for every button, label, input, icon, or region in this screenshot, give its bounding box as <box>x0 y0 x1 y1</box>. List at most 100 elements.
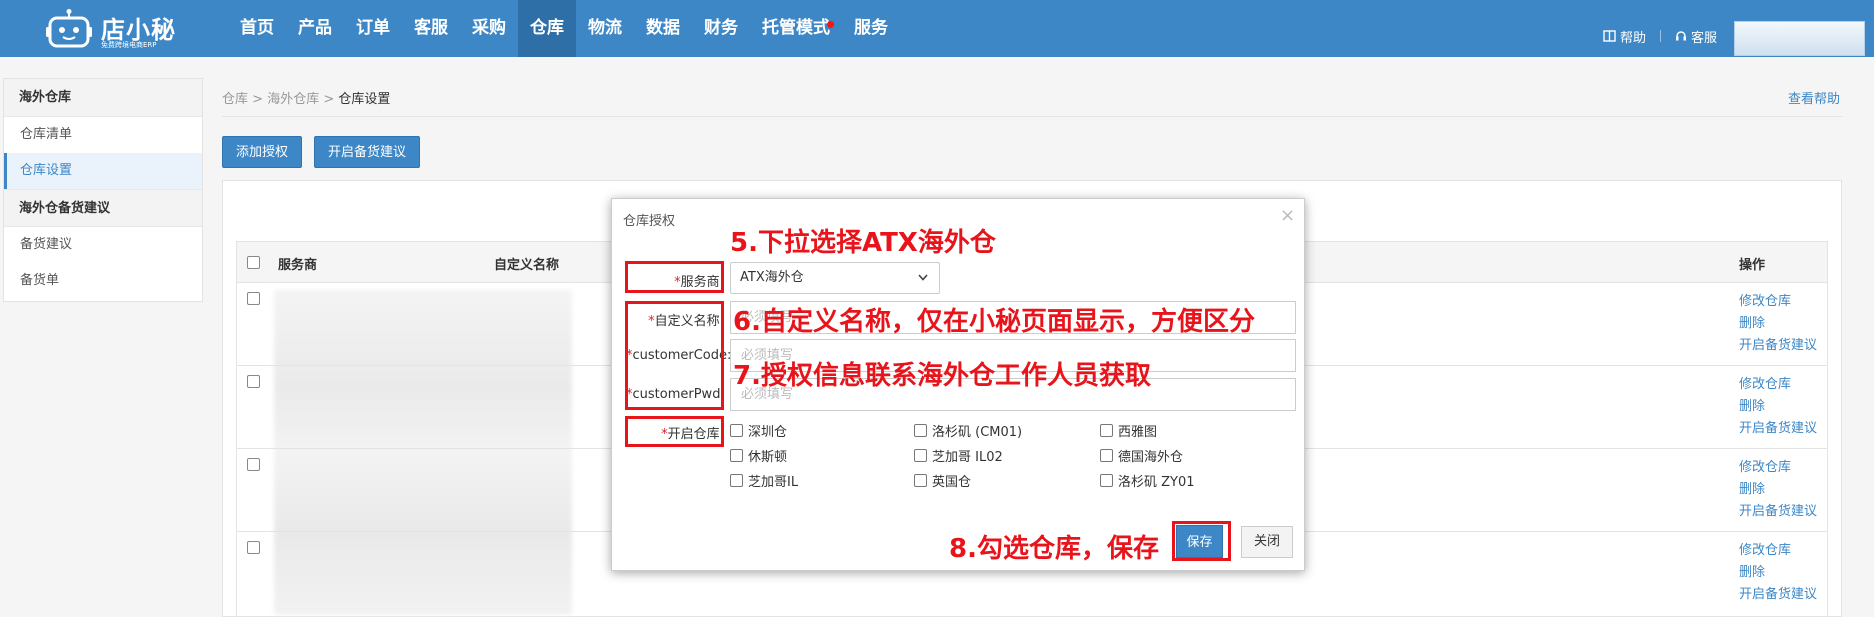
nav-hosting-mode-label: 托管模式 <box>762 18 830 38</box>
checkbox[interactable] <box>730 474 743 487</box>
delete-link[interactable]: 删除 <box>1739 396 1817 418</box>
header-provider: 服务商 <box>278 258 318 273</box>
enable-stock-suggestion-link[interactable]: 开启备货建议 <box>1739 335 1817 357</box>
close-button[interactable]: 关闭 <box>1241 526 1293 558</box>
checkbox[interactable] <box>914 424 927 437</box>
row-checkbox[interactable] <box>247 292 260 305</box>
warehouse-checkbox[interactable]: 休斯顿 <box>730 446 787 465</box>
row-actions: 修改仓库 删除 开启备货建议 <box>1739 457 1817 523</box>
annotation-step6: 6.自定义名称，仅在小秘页面显示，方便区分 <box>733 307 1255 337</box>
nav-products[interactable]: 产品 <box>286 0 344 57</box>
divider <box>222 116 1843 117</box>
breadcrumb-sep: > <box>319 92 339 107</box>
top-right-links: 帮助 客服 <box>1603 27 1717 46</box>
logo-subtitle: 免费跨境电商ERP <box>101 41 157 49</box>
book-icon <box>1603 30 1616 42</box>
header-actions: 操作 <box>1739 258 1766 273</box>
nav-customer-service[interactable]: 客服 <box>402 0 460 57</box>
headset-icon <box>1676 31 1687 41</box>
edit-warehouse-link[interactable]: 修改仓库 <box>1739 540 1817 562</box>
nav-warehouse[interactable]: 仓库 <box>518 0 576 57</box>
warehouse-checkbox[interactable]: 西雅图 <box>1100 421 1157 440</box>
warehouse-checkbox[interactable]: 德国海外仓 <box>1100 446 1183 465</box>
sidebar-group-stock-suggestion: 海外仓备货建议 <box>4 189 202 227</box>
checkbox[interactable] <box>730 449 743 462</box>
view-help-link[interactable]: 查看帮助 <box>1788 88 1840 107</box>
breadcrumb-current: 仓库设置 <box>338 92 391 107</box>
warehouse-checkbox[interactable]: 芝加哥 IL02 <box>914 446 1003 465</box>
notification-dot <box>827 21 834 28</box>
main-nav: 首页 产品 订单 客服 采购 仓库 物流 数据 财务 托管模式 服务 <box>228 0 900 57</box>
nav-data[interactable]: 数据 <box>634 0 692 57</box>
breadcrumb-overseas[interactable]: 海外仓库 <box>267 92 319 107</box>
highlight-box <box>625 261 724 293</box>
service-label: 客服 <box>1691 30 1718 46</box>
highlight-box <box>625 301 724 410</box>
warehouse-checkbox[interactable]: 深圳仓 <box>730 421 787 440</box>
sidebar-item-warehouse-settings[interactable]: 仓库设置 <box>4 153 202 189</box>
row-actions: 修改仓库 删除 开启备货建议 <box>1739 540 1817 606</box>
nav-services[interactable]: 服务 <box>842 0 900 57</box>
enable-stock-suggestion-button[interactable]: 开启备货建议 <box>314 136 421 168</box>
delete-link[interactable]: 删除 <box>1739 479 1817 501</box>
robot-logo-icon <box>46 9 92 48</box>
edit-warehouse-link[interactable]: 修改仓库 <box>1739 374 1817 396</box>
checkbox[interactable] <box>730 424 743 437</box>
warehouse-checkbox[interactable]: 洛杉矶 ZY01 <box>1100 471 1195 490</box>
sidebar-item-stock-suggestion[interactable]: 备货建议 <box>4 227 202 263</box>
help-label: 帮助 <box>1620 30 1647 46</box>
service-link-top[interactable]: 客服 <box>1675 27 1717 46</box>
row-actions: 修改仓库 删除 开启备货建议 <box>1739 291 1817 357</box>
edit-warehouse-link[interactable]: 修改仓库 <box>1739 457 1817 479</box>
enable-stock-suggestion-link[interactable]: 开启备货建议 <box>1739 584 1817 606</box>
delete-link[interactable]: 删除 <box>1739 313 1817 335</box>
add-authorization-button[interactable]: 添加授权 <box>222 136 303 168</box>
sidebar-item-stock-order[interactable]: 备货单 <box>4 263 202 299</box>
checkbox[interactable] <box>1100 449 1113 462</box>
nav-purchase[interactable]: 采购 <box>460 0 518 57</box>
checkbox[interactable] <box>914 449 927 462</box>
row-checkbox[interactable] <box>247 541 260 554</box>
provider-select-value: ATX海外仓 <box>740 270 804 285</box>
enable-stock-suggestion-link[interactable]: 开启备货建议 <box>1739 418 1817 440</box>
row-actions: 修改仓库 删除 开启备货建议 <box>1739 374 1817 440</box>
warehouse-checkbox[interactable]: 英国仓 <box>914 471 971 490</box>
divider <box>1660 30 1662 42</box>
checkbox[interactable] <box>1100 474 1113 487</box>
save-button[interactable]: 保存 <box>1176 525 1223 558</box>
provider-select[interactable]: ATX海外仓 <box>730 262 940 294</box>
nav-hosting-mode[interactable]: 托管模式 <box>750 0 842 57</box>
warehouse-checkbox[interactable]: 洛杉矶 (CM01) <box>914 421 1022 440</box>
checkbox[interactable] <box>1100 424 1113 437</box>
edit-warehouse-link[interactable]: 修改仓库 <box>1739 291 1817 313</box>
nav-home[interactable]: 首页 <box>228 0 286 57</box>
annotation-step5: 5.下拉选择ATX海外仓 <box>730 228 996 258</box>
close-icon[interactable]: × <box>1280 205 1295 226</box>
annotation-step8: 8.勾选仓库，保存 <box>949 534 1159 564</box>
checkbox[interactable] <box>914 474 927 487</box>
nav-logistics[interactable]: 物流 <box>576 0 634 57</box>
breadcrumb-warehouse[interactable]: 仓库 <box>222 92 248 107</box>
chevron-down-icon <box>917 263 929 305</box>
header-custom-name: 自定义名称 <box>494 258 560 273</box>
help-link-top[interactable]: 帮助 <box>1603 27 1646 46</box>
warehouse-checkbox[interactable]: 芝加哥IL <box>730 471 798 490</box>
sidebar: 海外仓库 仓库清单 仓库设置 海外仓备货建议 备货建议 备货单 <box>3 78 203 302</box>
select-all-checkbox[interactable] <box>247 256 260 269</box>
dialog-title: 仓库授权 <box>623 214 676 229</box>
sidebar-group-overseas-warehouse: 海外仓库 <box>4 79 202 117</box>
breadcrumb-sep: > <box>248 92 268 107</box>
sidebar-item-warehouse-list[interactable]: 仓库清单 <box>4 117 202 153</box>
enable-stock-suggestion-link[interactable]: 开启备货建议 <box>1739 501 1817 523</box>
logo[interactable]: 店小秘 免费跨境电商ERP <box>46 6 176 52</box>
nav-finance[interactable]: 财务 <box>692 0 750 57</box>
breadcrumb: 仓库 > 海外仓库 > 仓库设置 <box>222 88 390 107</box>
annotation-step7: 7.授权信息联系海外仓工作人员获取 <box>733 361 1151 391</box>
nav-orders[interactable]: 订单 <box>344 0 402 57</box>
highlight-box <box>625 416 724 447</box>
user-account-box[interactable] <box>1734 21 1865 56</box>
top-navbar: 店小秘 免费跨境电商ERP 首页 产品 订单 客服 采购 仓库 物流 数据 财务… <box>0 0 1874 57</box>
row-checkbox[interactable] <box>247 458 260 471</box>
row-checkbox[interactable] <box>247 375 260 388</box>
delete-link[interactable]: 删除 <box>1739 562 1817 584</box>
